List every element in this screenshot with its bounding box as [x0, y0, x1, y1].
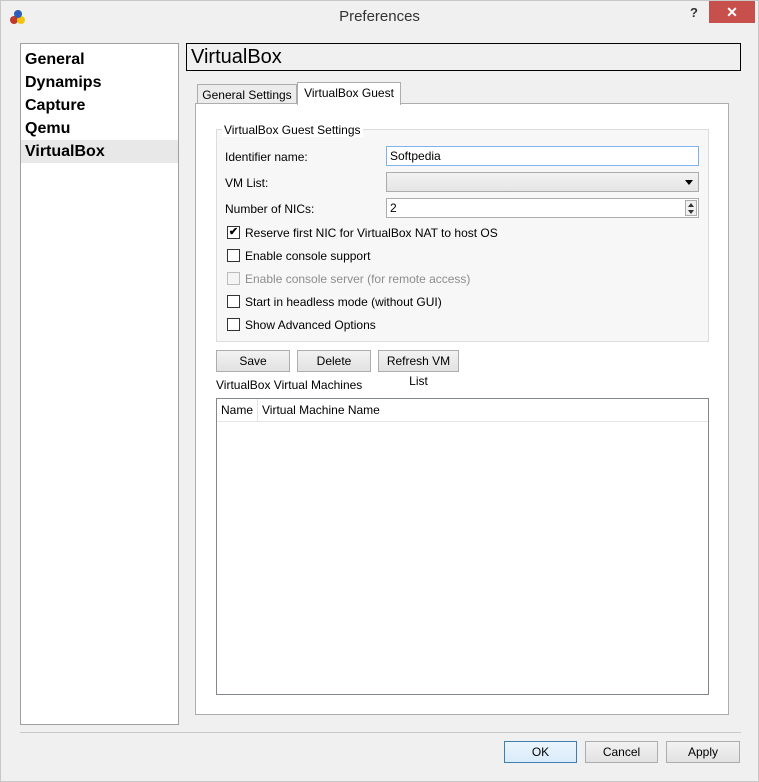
ok-button[interactable]: OK — [504, 741, 577, 763]
vm-table-header: Name Virtual Machine Name — [217, 399, 708, 422]
nav-item-general[interactable]: General — [21, 48, 178, 71]
footer-divider — [20, 732, 741, 733]
vm-table[interactable]: Name Virtual Machine Name — [216, 398, 709, 695]
reserve-nic-checkbox[interactable]: ✔ Reserve first NIC for VirtualBox NAT to… — [227, 226, 498, 242]
identifier-label: Identifier name: — [225, 150, 308, 164]
save-button[interactable]: Save — [216, 350, 290, 372]
delete-button[interactable]: Delete — [297, 350, 371, 372]
console-support-checkbox[interactable]: Enable console support — [227, 249, 370, 265]
page-title: VirtualBox — [186, 43, 741, 71]
checkbox-label: Show Advanced Options — [245, 318, 376, 332]
checkbox-icon[interactable] — [227, 249, 240, 263]
refresh-vm-list-button[interactable]: Refresh VM List — [378, 350, 459, 388]
tab-general-settings[interactable]: General Settings — [197, 84, 297, 104]
vm-list-select[interactable] — [386, 172, 699, 192]
window-title: Preferences — [339, 8, 420, 25]
title-bar: Preferences ? ✕ — [1, 1, 758, 33]
checkbox-icon[interactable] — [227, 295, 240, 309]
checkbox-icon[interactable] — [227, 318, 240, 332]
vm-list-label: VM List: — [225, 176, 269, 190]
nav-item-dynamips[interactable]: Dynamips — [21, 71, 178, 94]
checkbox-checked-icon[interactable]: ✔ — [227, 226, 240, 240]
column-divider[interactable] — [257, 399, 258, 421]
cancel-button[interactable]: Cancel — [585, 741, 658, 763]
identifier-input[interactable]: Softpedia — [386, 146, 699, 166]
checkbox-icon — [227, 272, 240, 286]
tab-virtualbox-guest[interactable]: VirtualBox Guest — [297, 82, 401, 105]
preferences-window: Preferences ? ✕ General Dynamips Capture… — [0, 0, 759, 782]
preferences-nav: General Dynamips Capture Qemu VirtualBox — [20, 43, 179, 725]
checkbox-label: Start in headless mode (without GUI) — [245, 295, 442, 309]
group-title: VirtualBox Guest Settings — [222, 123, 363, 137]
help-button[interactable]: ? — [682, 3, 706, 23]
column-header-name[interactable]: Name — [221, 403, 253, 417]
chevron-down-icon — [685, 180, 693, 185]
nav-item-capture[interactable]: Capture — [21, 94, 178, 117]
nav-item-qemu[interactable]: Qemu — [21, 117, 178, 140]
spin-down-icon[interactable] — [688, 210, 694, 214]
nics-label: Number of NICs: — [225, 202, 315, 216]
checkbox-label: Enable console server (for remote access… — [245, 272, 471, 286]
nics-spinbox[interactable]: 2 — [386, 198, 699, 218]
spin-up-icon[interactable] — [688, 203, 694, 207]
checkbox-label: Reserve first NIC for VirtualBox NAT to … — [245, 226, 498, 240]
vm-table-title: VirtualBox Virtual Machines — [216, 378, 363, 392]
headless-mode-checkbox[interactable]: Start in headless mode (without GUI) — [227, 295, 442, 311]
nav-item-virtualbox[interactable]: VirtualBox — [21, 140, 178, 163]
apply-button[interactable]: Apply — [666, 741, 740, 763]
column-header-vm-name[interactable]: Virtual Machine Name — [262, 403, 380, 417]
advanced-options-checkbox[interactable]: Show Advanced Options — [227, 318, 376, 334]
nics-value: 2 — [390, 201, 397, 215]
checkbox-label: Enable console support — [245, 249, 371, 263]
close-button[interactable]: ✕ — [709, 1, 755, 23]
spin-buttons[interactable] — [685, 200, 697, 216]
console-server-checkbox: Enable console server (for remote access… — [227, 272, 470, 288]
